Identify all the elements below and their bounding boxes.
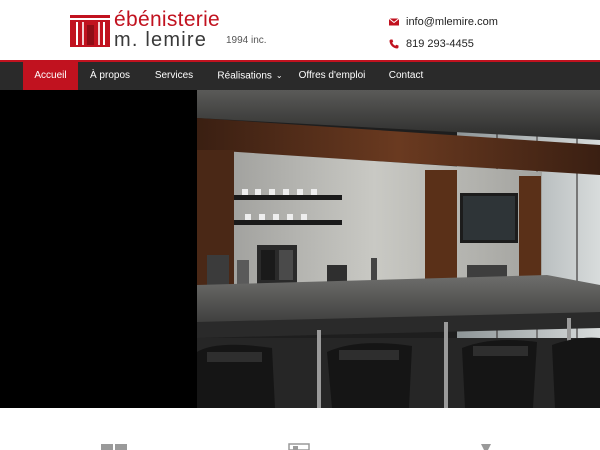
contact-email-text[interactable]: info@mlemire.com [406,16,498,28]
nav-item-label: Accueil [34,70,67,81]
window-frame-icon [288,443,310,450]
logo-tagline: 1994 inc. [226,35,267,46]
nav-item-realisations[interactable]: Réalisations ⌄ [214,62,286,90]
nav-item-label: Offres d'emploi [298,70,366,81]
logo-wordmark-line1: ébénisterie [114,8,221,31]
lamp-icon [481,444,491,450]
hero-image [197,90,600,408]
chevron-down-icon: ⌄ [275,71,283,80]
nav-item-label: À propos [89,70,131,81]
contact-email[interactable]: info@mlemire.com [389,16,498,28]
hero-dark-panel [0,90,197,408]
contact-phone-text[interactable]: 819 293-4455 [406,38,474,50]
nav-item-offres-emploi[interactable]: Offres d'emploi [294,62,370,90]
nav-item-services[interactable]: Services [148,62,200,90]
nav-item-contact[interactable]: Contact [382,62,430,90]
phone-icon [389,39,399,49]
site-header: ébénisterie m. lemire 1994 inc. info@mle… [0,0,600,60]
nav-item-label: Réalisations [217,70,272,82]
site-logo[interactable]: ébénisterie m. lemire 1994 inc. [70,8,270,51]
main-nav: Accueil À propos Services Réalisations ⌄ … [0,60,600,90]
nav-item-label: Services [154,70,194,81]
kitchen-bar-photo [197,90,600,408]
logo-mark-icon [70,15,110,47]
contact-phone[interactable]: 819 293-4455 [389,38,474,50]
nav-item-accueil[interactable]: Accueil [23,62,78,90]
nav-item-a-propos[interactable]: À propos [84,62,136,90]
logo-wordmark-line2: m. lemire [114,29,208,51]
envelope-icon [389,18,399,26]
cabinet-icon [101,444,127,450]
nav-item-label: Contact [388,70,424,81]
